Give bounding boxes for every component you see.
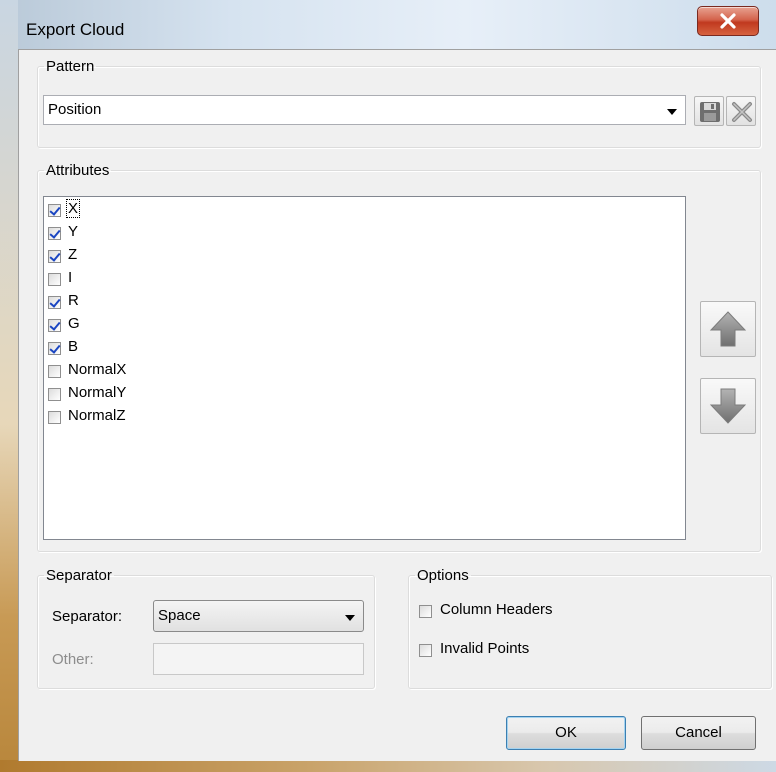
attribute-checkbox-x[interactable] bbox=[48, 204, 61, 217]
delete-pattern-button[interactable] bbox=[726, 96, 756, 126]
attribute-label: NormalX bbox=[68, 361, 127, 378]
cancel-button[interactable]: Cancel bbox=[641, 716, 756, 750]
attribute-checkbox-r[interactable] bbox=[48, 296, 61, 309]
move-down-button[interactable] bbox=[700, 378, 756, 434]
close-button[interactable] bbox=[697, 6, 759, 36]
separator-group-label: Separator bbox=[46, 567, 112, 584]
attribute-checkbox-g[interactable] bbox=[48, 319, 61, 332]
dialog-client-area: Pattern Position Attributes X Y Z I R G … bbox=[18, 49, 776, 761]
window-title: Export Cloud bbox=[26, 20, 125, 39]
attribute-label: X bbox=[65, 199, 81, 218]
other-label: Other: bbox=[52, 651, 94, 668]
attributes-group-label: Attributes bbox=[46, 162, 110, 179]
column-headers-checkbox[interactable] bbox=[419, 605, 432, 618]
move-up-button[interactable] bbox=[700, 301, 756, 357]
arrow-down-icon bbox=[709, 388, 747, 424]
close-icon bbox=[720, 13, 736, 29]
separator-label: Separator: bbox=[52, 608, 123, 625]
chevron-down-icon bbox=[345, 615, 355, 621]
attribute-checkbox-normaly[interactable] bbox=[48, 388, 61, 401]
invalid-points-checkbox[interactable] bbox=[419, 644, 432, 657]
dialog-window: Export Cloud Pattern Position Attributes… bbox=[0, 0, 776, 772]
attribute-checkbox-b[interactable] bbox=[48, 342, 61, 355]
attribute-checkbox-normalz[interactable] bbox=[48, 411, 61, 424]
save-disk-icon bbox=[700, 102, 720, 122]
column-headers-label: Column Headers bbox=[440, 601, 553, 618]
other-separator-input[interactable] bbox=[153, 643, 364, 675]
attribute-label: NormalY bbox=[68, 384, 127, 401]
arrow-up-icon bbox=[709, 311, 747, 347]
window-frame-bottom bbox=[0, 760, 776, 772]
ok-button[interactable]: OK bbox=[506, 716, 626, 750]
pattern-group-label: Pattern bbox=[46, 58, 95, 75]
chevron-down-icon bbox=[667, 109, 677, 115]
options-group-label: Options bbox=[417, 567, 469, 584]
attribute-label: R bbox=[68, 292, 79, 309]
attribute-checkbox-z[interactable] bbox=[48, 250, 61, 263]
attribute-checkbox-normalx[interactable] bbox=[48, 365, 61, 378]
attribute-label: B bbox=[68, 338, 79, 355]
attribute-label: G bbox=[68, 315, 80, 332]
attribute-label: Z bbox=[68, 246, 78, 263]
window-frame-left bbox=[0, 0, 18, 772]
separator-dropdown[interactable]: Space bbox=[153, 600, 364, 632]
attribute-label: NormalZ bbox=[68, 407, 126, 424]
attribute-checkbox-i[interactable] bbox=[48, 273, 61, 286]
attribute-checkbox-y[interactable] bbox=[48, 227, 61, 240]
attribute-label: Y bbox=[68, 223, 79, 240]
separator-dropdown-value: Space bbox=[158, 607, 201, 624]
attributes-list[interactable]: X Y Z I R G B NormalX NormalY NormalZ bbox=[43, 196, 686, 540]
delete-x-icon bbox=[732, 102, 752, 122]
invalid-points-label: Invalid Points bbox=[440, 640, 530, 657]
options-group: Options bbox=[408, 567, 772, 689]
attribute-label: I bbox=[68, 269, 73, 286]
pattern-dropdown[interactable]: Position bbox=[43, 95, 686, 125]
save-pattern-button[interactable] bbox=[694, 96, 724, 126]
pattern-dropdown-value: Position bbox=[48, 101, 102, 118]
